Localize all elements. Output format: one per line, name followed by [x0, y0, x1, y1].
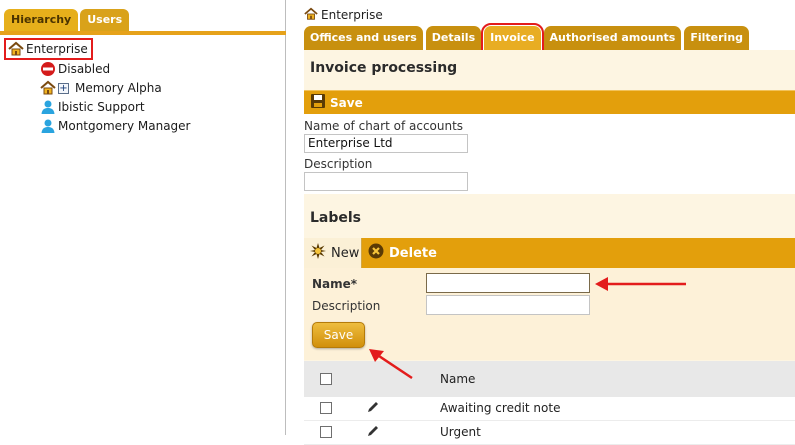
breadcrumb-label: Enterprise [321, 8, 383, 22]
invoice-description-input[interactable] [304, 172, 468, 191]
label-description-label: Description [312, 299, 381, 313]
no-entry-icon [40, 61, 56, 77]
row-name: Awaiting credit note [440, 401, 561, 415]
label-name-label: Name* [312, 277, 358, 291]
row-checkbox[interactable] [320, 402, 332, 414]
star-burst-icon [310, 243, 326, 263]
row-checkbox[interactable] [320, 426, 332, 438]
tab-bar: Offices and users Details Invoice Author… [304, 23, 750, 53]
table-row[interactable]: Urgent [304, 421, 795, 445]
annotation-arrow-icon [595, 277, 686, 291]
tree-node-label: Montgomery Manager [58, 119, 191, 133]
tab-offices-and-users[interactable]: Offices and users [304, 26, 423, 50]
label-name-input[interactable] [426, 273, 590, 293]
tree-node-label: Ibistic Support [58, 100, 145, 114]
tree-node-enterprise[interactable]: Enterprise [4, 38, 93, 60]
delete-icon [368, 243, 384, 263]
label-save-button[interactable]: Save [312, 322, 365, 348]
tree-node-label: Disabled [58, 62, 111, 76]
tab-invoice[interactable]: Invoice [481, 23, 544, 53]
home-icon [40, 80, 56, 96]
tree-node-montgomery-manager[interactable]: Montgomery Manager [40, 116, 191, 136]
label-description-input[interactable] [426, 295, 590, 315]
tree-node-memory-alpha[interactable]: + Memory Alpha [40, 78, 162, 98]
new-label-text: New [331, 245, 360, 261]
edit-icon[interactable] [366, 424, 380, 441]
tab-authorised-amounts[interactable]: Authorised amounts [543, 26, 682, 50]
details-panel: Enterprise Offices and users Details Inv… [286, 0, 795, 445]
save-icon[interactable] [310, 93, 326, 112]
column-header-name[interactable]: Name [440, 372, 475, 386]
breadcrumb: Enterprise [304, 6, 383, 24]
new-label-button[interactable]: New [304, 238, 362, 268]
tab-hierarchy[interactable]: Hierarchy [4, 9, 79, 31]
tree-node-label: Enterprise [26, 42, 88, 56]
edit-icon[interactable] [366, 400, 380, 417]
tab-users[interactable]: Users [80, 9, 130, 31]
user-icon [40, 118, 56, 134]
select-all-checkbox[interactable] [320, 373, 332, 385]
tree-node-ibistic-support[interactable]: Ibistic Support [40, 97, 145, 117]
invoice-processing-title: Invoice processing [310, 60, 458, 76]
chart-of-accounts-input[interactable]: Enterprise Ltd [304, 134, 468, 153]
user-icon [40, 99, 56, 115]
left-tab-underline [0, 31, 286, 35]
row-name: Urgent [440, 425, 481, 439]
chart-of-accounts-label: Name of chart of accounts [304, 119, 464, 133]
table-row[interactable]: Awaiting credit note [304, 397, 795, 421]
invoice-save-bar: Save [304, 90, 795, 114]
labels-title: Labels [310, 210, 362, 226]
home-icon [304, 7, 318, 24]
tree-node-label: Memory Alpha [75, 81, 162, 95]
home-icon [8, 41, 24, 57]
annotation-arrow-icon [369, 349, 413, 380]
hierarchy-panel: Hierarchy Users Enterprise Disabled + Me… [0, 0, 286, 435]
labels-toolbar: New Delete [304, 238, 795, 268]
tab-filtering[interactable]: Filtering [684, 26, 750, 50]
tree-node-disabled[interactable]: Disabled [40, 59, 110, 79]
tab-details[interactable]: Details [425, 26, 482, 50]
invoice-save-button[interactable]: Save [330, 96, 363, 110]
left-tab-bar: Hierarchy Users [4, 9, 130, 31]
delete-label-button[interactable]: Delete [362, 238, 437, 268]
invoice-description-label: Description [304, 157, 373, 171]
expand-icon[interactable]: + [58, 82, 69, 94]
delete-label-text: Delete [389, 245, 437, 261]
